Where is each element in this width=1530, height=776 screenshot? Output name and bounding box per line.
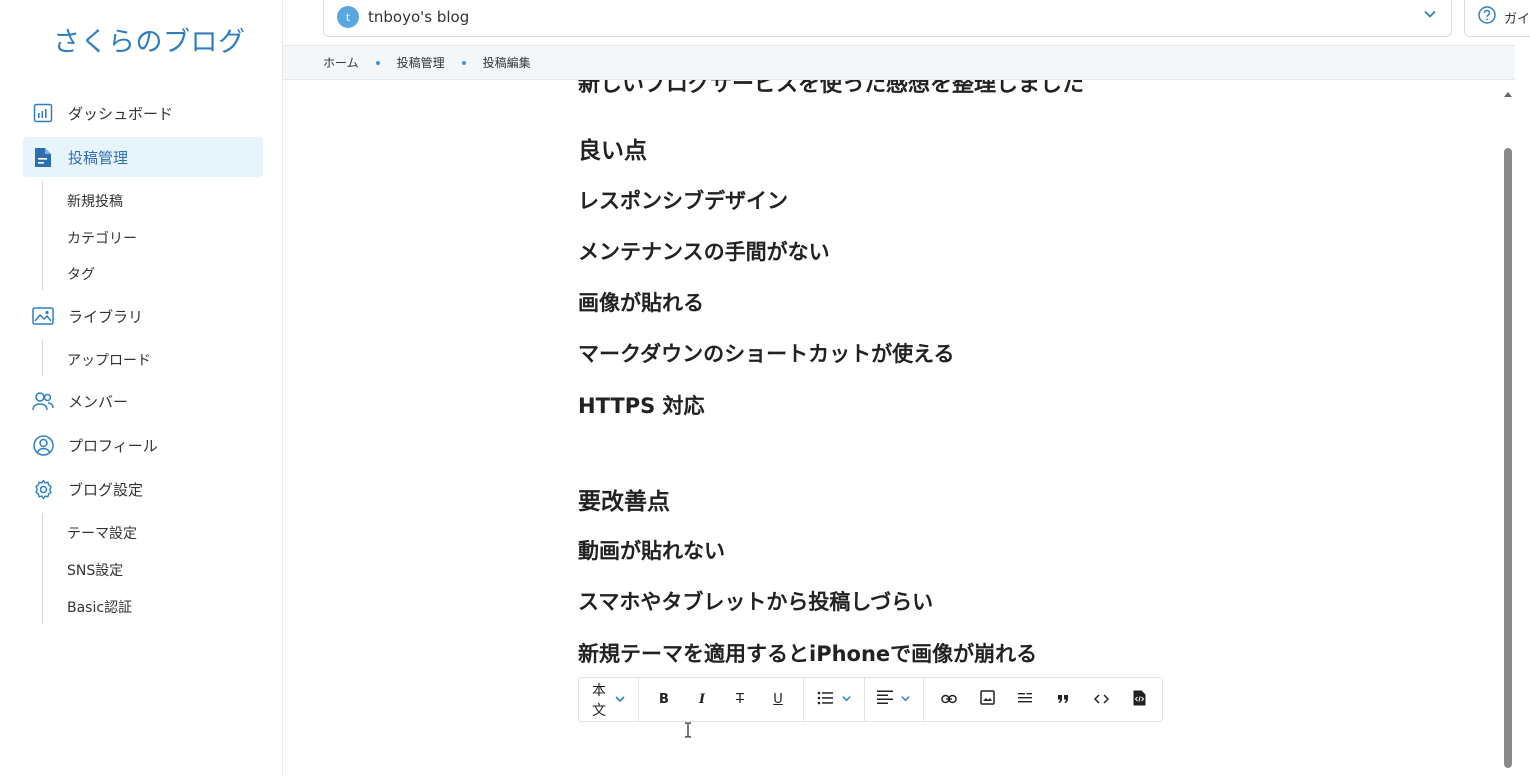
underline-button[interactable]: U	[759, 684, 797, 716]
link-icon	[941, 692, 957, 708]
editor-toolbar: 本文 B I T U	[578, 677, 1163, 722]
scrollbar-thumb[interactable]	[1504, 148, 1512, 768]
list-icon	[817, 691, 835, 709]
sidebar-subitem-category[interactable]: カテゴリー	[67, 228, 137, 248]
chevron-down-icon	[614, 690, 626, 709]
block-style-select[interactable]: 本文	[585, 680, 632, 720]
sidebar-subitem-upload[interactable]: アップロード	[67, 350, 151, 370]
content-heading[interactable]: 新規テーマを適用するとiPhoneで画像が崩れる	[578, 638, 1037, 668]
breadcrumb: ホーム 投稿管理 投稿編集	[283, 45, 1530, 80]
breadcrumb-posts[interactable]: 投稿管理	[397, 54, 445, 71]
content-heading[interactable]: スマホやタブレットから投稿しづらい	[578, 586, 933, 616]
settings-submenu-line	[42, 513, 43, 624]
user-circle-icon	[32, 434, 54, 456]
align-button[interactable]	[871, 684, 917, 716]
html-block-button[interactable]	[1120, 684, 1158, 716]
blog-avatar: t	[337, 6, 359, 28]
sidebar-item-label: メンバー	[68, 392, 129, 411]
sidebar-item-library[interactable]: ライブラリ	[23, 296, 263, 336]
users-icon	[32, 390, 54, 412]
sidebar: さくらのブログ ダッシュボード 投稿管理 新規投稿 カテゴリー タグ ライブラリ…	[0, 0, 283, 776]
sidebar-item-label: ダッシュボード	[68, 104, 174, 123]
sidebar-item-label: ライブラリ	[68, 307, 144, 326]
content-heading[interactable]: レスポンシブデザイン	[578, 185, 788, 215]
document-icon	[32, 146, 54, 168]
list-button[interactable]	[810, 684, 858, 716]
quote-button[interactable]	[1044, 684, 1082, 716]
content-heading[interactable]: 動画が貼れない	[578, 535, 725, 565]
underline-label: U	[773, 692, 783, 707]
guide-label: ガイド	[1504, 11, 1530, 27]
gear-icon	[32, 478, 54, 500]
code-button[interactable]	[1082, 684, 1120, 716]
text-lines-icon	[1018, 691, 1032, 708]
content-heading[interactable]: マークダウンのショートカットが使える	[578, 338, 955, 368]
breadcrumb-current: 投稿編集	[482, 56, 531, 70]
italic-label: I	[698, 692, 706, 707]
sidebar-subitem-new-post[interactable]: 新規投稿	[67, 191, 123, 211]
code-file-icon	[1133, 690, 1146, 710]
strikethrough-label: T	[736, 692, 744, 707]
link-button[interactable]	[930, 684, 968, 716]
help-icon	[1478, 6, 1496, 28]
image-icon	[32, 305, 54, 327]
sidebar-item-label: プロフィール	[68, 436, 158, 455]
heading-good-points[interactable]: 良い点	[578, 131, 647, 165]
sidebar-subitem-tag[interactable]: タグ	[67, 264, 95, 284]
paragraph-button[interactable]	[1006, 684, 1044, 716]
blog-selector[interactable]: t tnboyo's blog	[323, 0, 1452, 37]
content-heading[interactable]: 画像が貼れる	[578, 287, 704, 317]
image-button[interactable]	[968, 684, 1006, 716]
library-submenu-line	[42, 340, 43, 376]
post-editor-content[interactable]: 新しいブログサービスを使った感想を整理しました 良い点 レスポンシブデザイン メ…	[283, 80, 1503, 776]
breadcrumb-separator	[375, 60, 380, 65]
sidebar-item-posts[interactable]: 投稿管理	[23, 137, 263, 177]
chevron-down-icon	[841, 692, 852, 708]
breadcrumb-home[interactable]: ホーム	[323, 54, 359, 71]
posts-submenu-line	[42, 181, 43, 290]
text-cursor-icon	[684, 722, 692, 742]
quote-icon	[1057, 692, 1069, 708]
chevron-down-icon	[900, 692, 911, 708]
sidebar-subitem-sns[interactable]: SNS設定	[67, 560, 123, 580]
blog-name: tnboyo's blog	[368, 8, 470, 26]
guide-button[interactable]: ガイド	[1464, 0, 1530, 37]
bold-label: B	[659, 692, 669, 707]
sidebar-item-members[interactable]: メンバー	[23, 381, 263, 421]
sidebar-item-blog-settings[interactable]: ブログ設定	[23, 469, 263, 509]
blog-logo[interactable]: さくらのブログ	[53, 20, 246, 59]
content-heading[interactable]: HTTPS 対応	[578, 390, 705, 420]
bold-button[interactable]: B	[645, 684, 683, 716]
sidebar-subitem-theme[interactable]: テーマ設定	[67, 523, 137, 543]
bar-chart-icon	[32, 102, 54, 124]
code-icon	[1093, 692, 1109, 708]
sidebar-subitem-basic-auth[interactable]: Basic認証	[67, 597, 132, 617]
sidebar-item-dashboard[interactable]: ダッシュボード	[23, 93, 263, 133]
content-line-partial[interactable]: 新しいブログサービスを使った感想を整理しました	[578, 80, 1084, 98]
image-icon	[979, 690, 995, 709]
strikethrough-button[interactable]: T	[721, 684, 759, 716]
italic-button[interactable]: I	[683, 684, 721, 716]
align-left-icon	[877, 690, 894, 709]
sidebar-item-label: 投稿管理	[68, 148, 129, 167]
sidebar-item-profile[interactable]: プロフィール	[23, 425, 263, 465]
right-margin	[1515, 45, 1530, 776]
chevron-down-icon	[1423, 6, 1437, 25]
content-heading[interactable]: メンテナンスの手間がない	[578, 236, 830, 266]
sidebar-item-label: ブログ設定	[68, 480, 144, 499]
breadcrumb-separator	[461, 60, 466, 65]
heading-improvements[interactable]: 要改善点	[578, 482, 670, 516]
scroll-up-arrow-icon[interactable]	[1503, 83, 1513, 102]
block-style-label: 本文	[592, 682, 606, 719]
